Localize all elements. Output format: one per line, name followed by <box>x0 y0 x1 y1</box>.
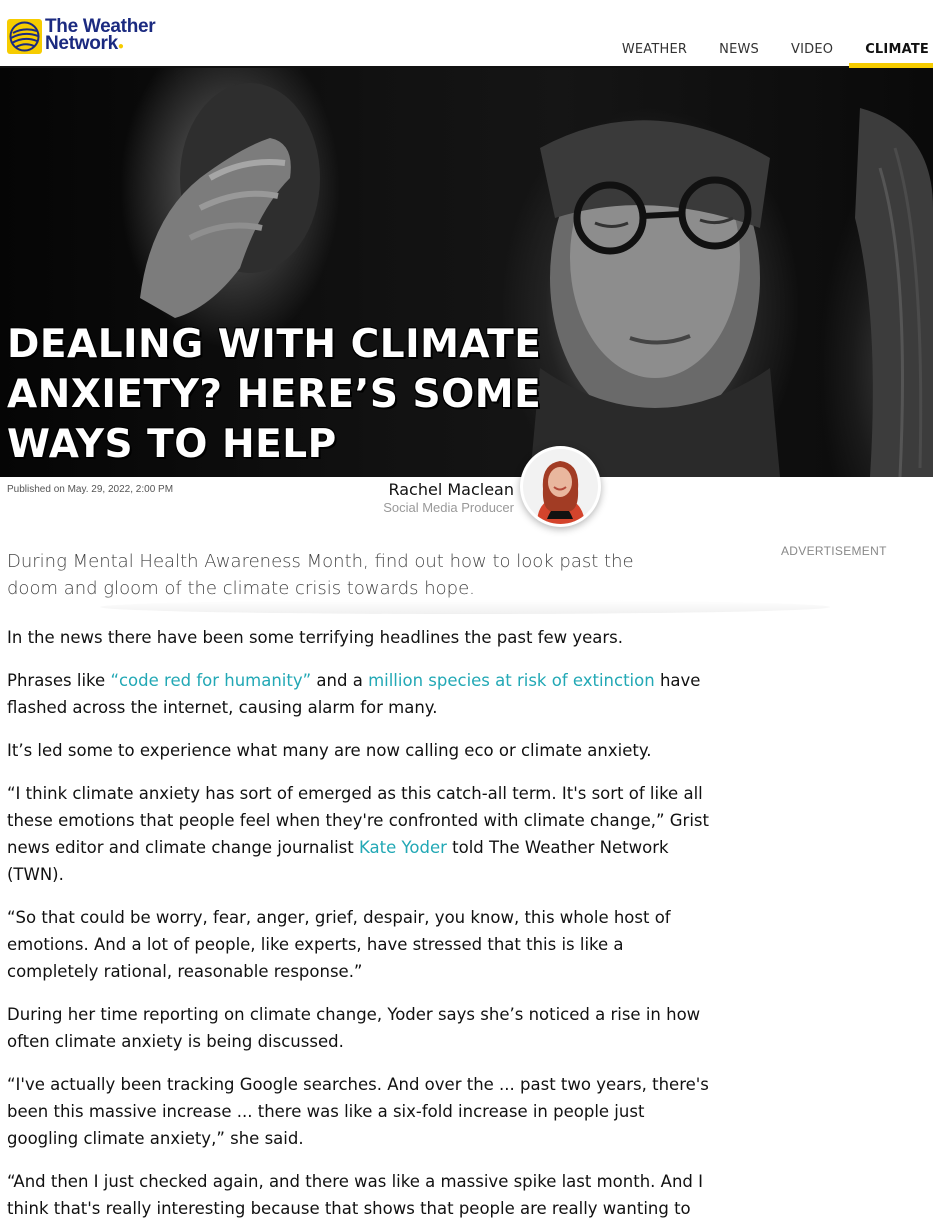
author-info[interactable]: Rachel Maclean Social Media Producer <box>383 480 514 515</box>
paragraph: “I've actually been tracking Google sear… <box>7 1075 709 1148</box>
nav-video[interactable]: VIDEO <box>775 0 849 66</box>
paragraph: “I think climate anxiety has sort of eme… <box>7 784 709 884</box>
author-avatar[interactable] <box>520 446 601 527</box>
author-name[interactable]: Rachel Maclean <box>383 480 514 499</box>
link-code-red[interactable]: “code red for humanity” <box>110 671 311 690</box>
hero-image: DEALING WITH CLIMATE ANXIETY? HERE’S SOM… <box>0 68 933 477</box>
paragraph: “And then I just checked again, and ther… <box>7 1172 703 1218</box>
logo-wordmark: The Weather Network● <box>45 16 156 54</box>
site-logo[interactable]: The Weather Network● <box>7 16 156 55</box>
nav-climate[interactable]: CLIMATE <box>849 0 933 68</box>
nav-weather[interactable]: WEATHER <box>606 0 703 66</box>
paragraph: Phrases like “code red for humanity” and… <box>7 671 701 717</box>
summary-divider <box>100 600 830 614</box>
author-role: Social Media Producer <box>383 500 514 515</box>
paragraph: It’s led some to experience what many ar… <box>7 741 652 760</box>
paragraph: “So that could be worry, fear, anger, gr… <box>7 908 671 981</box>
paragraph: In the news there have been some terrify… <box>7 628 624 647</box>
site-header: The Weather Network● WEATHER NEWS VIDEO … <box>0 0 933 68</box>
published-date: Published on May. 29, 2022, 2:00 PM <box>7 484 174 495</box>
advertisement-label: ADVERTISEMENT <box>781 544 887 558</box>
logo-line-2: Network <box>45 33 118 54</box>
link-million-species[interactable]: million species at risk of extinction <box>368 671 655 690</box>
nav-news[interactable]: NEWS <box>703 0 775 66</box>
paragraph: During her time reporting on climate cha… <box>7 1005 701 1051</box>
main-nav: WEATHER NEWS VIDEO CLIMATE <box>606 0 933 68</box>
article-title: DEALING WITH CLIMATE ANXIETY? HERE’S SOM… <box>7 322 542 467</box>
article-body: In the news there have been some terrify… <box>7 624 712 1226</box>
link-kate-yoder[interactable]: Kate Yoder <box>359 838 447 857</box>
logo-globe-icon <box>7 19 42 54</box>
article-summary: During Mental Health Awareness Month, fi… <box>7 551 634 599</box>
